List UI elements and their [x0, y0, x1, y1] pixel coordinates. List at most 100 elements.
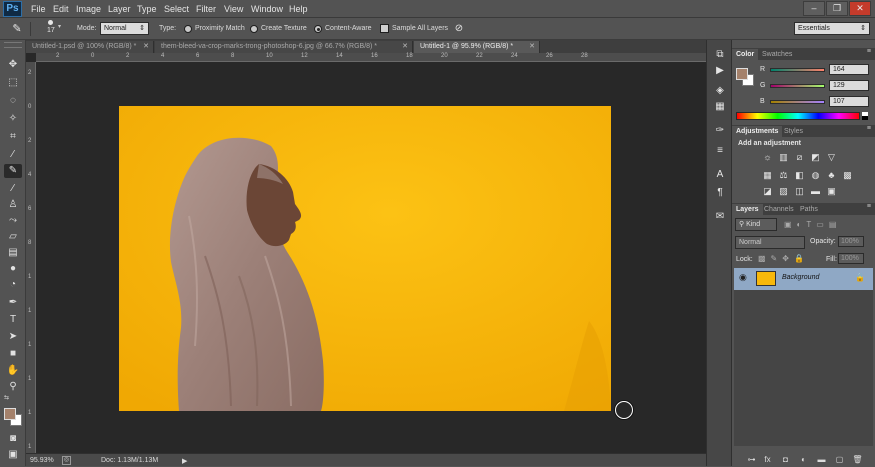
tab-styles[interactable]: Styles [780, 126, 807, 137]
menu-view[interactable]: View [224, 0, 243, 18]
channel-r-value[interactable]: 164 [829, 64, 869, 75]
posterize-icon[interactable]: ▨ [778, 186, 789, 197]
selective-color-icon[interactable]: ▣ [826, 186, 837, 197]
channel-mixer-icon[interactable]: ♣ [826, 170, 837, 181]
menu-type[interactable]: Type [137, 0, 157, 18]
eraser-tool-icon[interactable]: ▱ [4, 230, 22, 244]
fill-value[interactable]: 100% [838, 253, 864, 264]
toolbar-grip[interactable] [4, 42, 22, 48]
black-white-icon[interactable]: ◧ [794, 170, 805, 181]
panel-menu-icon[interactable]: ≡ [867, 125, 871, 132]
color-spectrum[interactable] [736, 112, 860, 120]
layer-row[interactable]: ◉ Background 🔒 [734, 268, 873, 290]
menu-edit[interactable]: Edit [53, 0, 69, 18]
lasso-tool-icon[interactable]: ◌ [4, 94, 22, 108]
opacity-value[interactable]: 100% [838, 236, 864, 247]
gradient-tool-icon[interactable]: ▤ [4, 246, 22, 260]
layer-filter-select[interactable]: ⚲ Kind [735, 218, 777, 231]
lock-icons[interactable]: ▩✎✥🔒 [758, 254, 809, 263]
close-icon[interactable]: ✕ [529, 41, 535, 53]
panel-menu-icon[interactable]: ≡ [867, 48, 871, 55]
menu-filter[interactable]: Filter [196, 0, 216, 18]
threshold-icon[interactable]: ◫ [794, 186, 805, 197]
tab-untitled-1[interactable]: Untitled-1 @ 95.9% (RGB/8) * ✕ [414, 41, 540, 53]
curves-icon[interactable]: ⧄ [794, 152, 805, 163]
type-tool-icon[interactable]: T [4, 313, 22, 327]
tab-adjustments[interactable]: Adjustments [732, 126, 783, 137]
vibrance-icon[interactable]: ▽ [826, 152, 837, 163]
minimize-button[interactable]: – [803, 1, 825, 16]
document-image[interactable] [119, 106, 611, 411]
color-balance-icon[interactable]: ⚖ [778, 170, 789, 181]
workspace-select[interactable]: Essentials ⇕ [794, 22, 870, 35]
menu-file[interactable]: File [31, 0, 46, 18]
color-lookup-icon[interactable]: ▩ [842, 170, 853, 181]
path-selection-tool-icon[interactable]: ➤ [4, 330, 22, 344]
tab-color[interactable]: Color [732, 49, 759, 60]
close-icon[interactable]: ✕ [402, 41, 408, 53]
quick-mask-icon[interactable]: ◙ [4, 432, 22, 446]
restore-button[interactable]: ❐ [826, 1, 848, 16]
color-panel-foreground-swatch[interactable] [736, 68, 748, 80]
channel-g-slider[interactable] [770, 84, 825, 88]
delete-layer-icon[interactable]: 🗑 [852, 455, 863, 465]
zoom-tool-icon[interactable]: ⚲ [4, 380, 22, 394]
foreground-color-swatch[interactable] [4, 408, 16, 420]
brush-picker[interactable]: 17 ▾ [40, 20, 64, 38]
notes-panel-icon[interactable]: ✉ [712, 210, 728, 224]
menu-image[interactable]: Image [76, 0, 101, 18]
history-panel-icon[interactable]: ⧉ [712, 48, 728, 62]
actions-panel-icon[interactable]: ▶ [712, 64, 728, 78]
channel-g-value[interactable]: 129 [829, 80, 869, 91]
sample-all-layers-checkbox[interactable] [380, 24, 389, 33]
tab-untitled-1-psd[interactable]: Untitled-1.psd @ 100% (RGB/8) * ✕ [26, 41, 154, 53]
move-tool-icon[interactable]: ✥ [4, 58, 22, 72]
marquee-tool-icon[interactable]: ⬚ [4, 76, 22, 90]
tab-swatches[interactable]: Swatches [758, 49, 796, 60]
healing-brush-tool-icon[interactable]: ✎ [4, 164, 22, 178]
menu-layer[interactable]: Layer [108, 0, 131, 18]
content-aware-radio[interactable] [314, 25, 322, 33]
paragraph-panel-icon[interactable]: ¶ [712, 186, 728, 200]
black-swatch[interactable] [862, 116, 868, 120]
rectangle-tool-icon[interactable]: ■ [4, 347, 22, 361]
create-texture-radio[interactable] [250, 25, 258, 33]
pressure-brush-icon[interactable]: ⊘ [452, 22, 466, 36]
close-icon[interactable]: ✕ [143, 41, 149, 53]
swap-colors-icon[interactable]: ⇆ [4, 394, 10, 401]
menu-help[interactable]: Help [289, 0, 308, 18]
tab-channels[interactable]: Channels [760, 204, 798, 215]
mini-bridge-icon[interactable]: ◈ [712, 84, 728, 98]
gradient-map-icon[interactable]: ▬ [810, 186, 821, 197]
tab-them-bleed-jpg[interactable]: them-bleed-va-crop-marks-trong-photoshop… [155, 41, 413, 53]
layer-name[interactable]: Background [782, 274, 819, 281]
dodge-tool-icon[interactable]: ◔ [4, 278, 22, 292]
brightness-contrast-icon[interactable]: ☼ [762, 152, 773, 163]
properties-panel-icon[interactable]: ▦ [712, 100, 728, 114]
channel-b-value[interactable]: 107 [829, 96, 869, 107]
blend-mode-select[interactable]: Normal [735, 236, 805, 249]
photo-filter-icon[interactable]: ◍ [810, 170, 821, 181]
crop-tool-icon[interactable]: ⌗ [4, 130, 22, 144]
zoom-level[interactable]: 95.93% [30, 454, 54, 467]
new-group-icon[interactable]: ▬ [816, 455, 827, 465]
adjustment-layer-icon[interactable]: ◐ [798, 455, 809, 465]
tab-layers[interactable]: Layers [732, 204, 763, 215]
close-button[interactable]: ✕ [849, 1, 871, 16]
status-menu-arrow-icon[interactable]: ▶ [182, 457, 187, 465]
menu-window[interactable]: Window [251, 0, 283, 18]
menu-select[interactable]: Select [164, 0, 189, 18]
invert-icon[interactable]: ◪ [762, 186, 773, 197]
exposure-icon[interactable]: ◩ [810, 152, 821, 163]
panel-menu-icon[interactable]: ≡ [867, 203, 871, 210]
proximity-match-radio[interactable] [184, 25, 192, 33]
link-layers-icon[interactable]: ⊶ [746, 455, 757, 465]
add-mask-icon[interactable]: ◘ [780, 455, 791, 465]
layer-filter-icons[interactable]: ▣◐T▭▤ [784, 220, 841, 229]
levels-icon[interactable]: ▥ [778, 152, 789, 163]
channel-b-slider[interactable] [770, 100, 825, 104]
screen-mode-icon[interactable]: ▣ [4, 448, 22, 462]
quick-selection-tool-icon[interactable]: ✧ [4, 112, 22, 126]
document-info-icon[interactable]: ◎ [62, 456, 71, 465]
visibility-eye-icon[interactable]: ◉ [739, 272, 747, 283]
